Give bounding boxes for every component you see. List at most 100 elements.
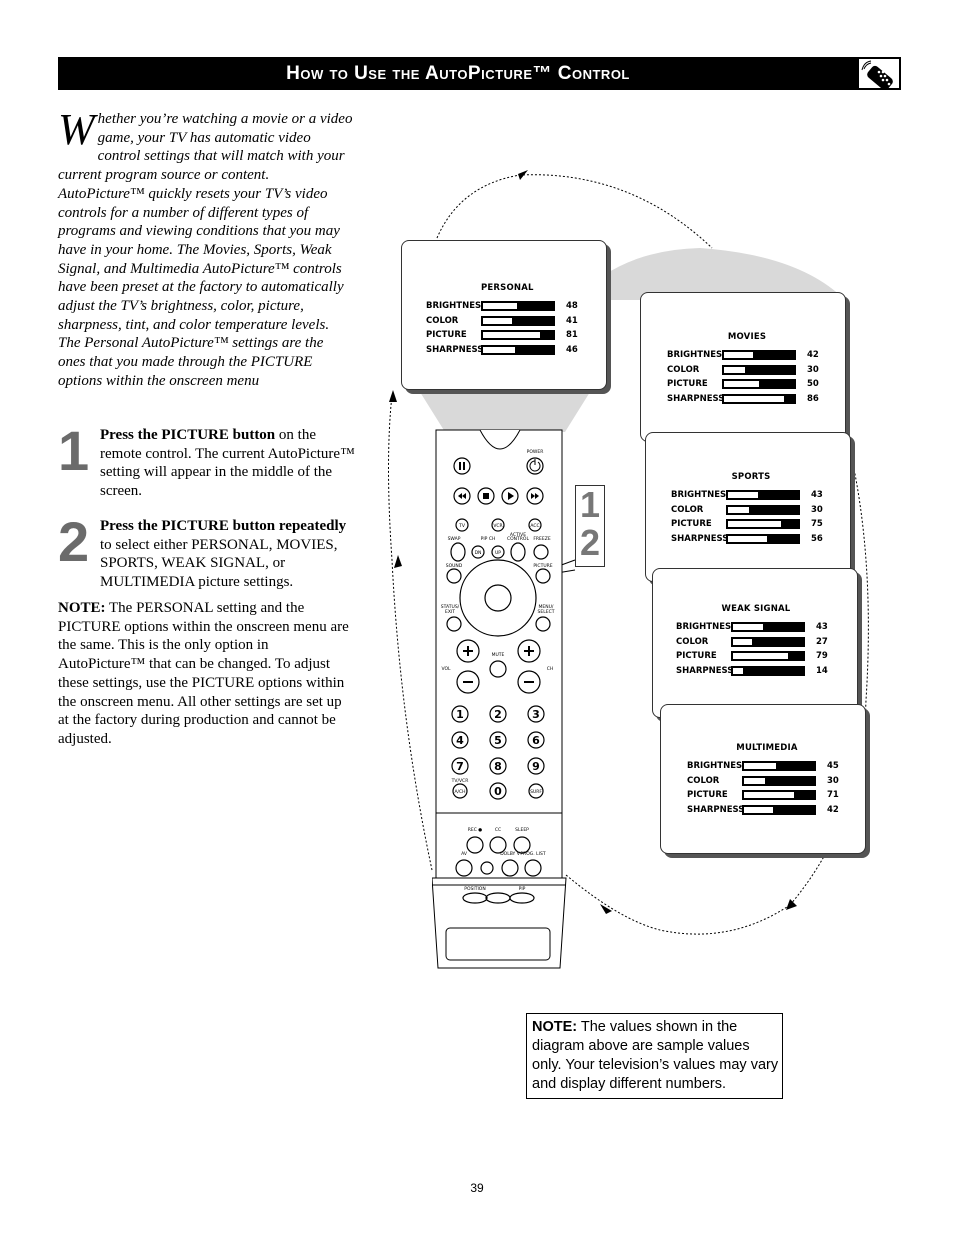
bar-track (744, 763, 814, 769)
setting-value: 71 (827, 790, 839, 800)
setting-level-bar (742, 775, 816, 786)
svg-text:SELECT: SELECT (538, 609, 555, 615)
panel-title: MOVIES (727, 332, 767, 342)
bar-track (744, 806, 814, 813)
setting-label: BRIGHTNESS (687, 761, 748, 771)
setting-value: 42 (807, 350, 819, 360)
setting-label: PICTURE (676, 651, 717, 661)
bar-track (728, 521, 798, 527)
bar-fill (773, 806, 814, 813)
setting-value: 79 (816, 651, 828, 661)
svg-text:PIP CH: PIP CH (481, 536, 496, 542)
svg-text:EXIT: EXIT (445, 609, 455, 615)
bar-track (733, 638, 803, 645)
bar-fill (784, 395, 794, 402)
bar-fill (511, 317, 553, 324)
bar-fill (745, 366, 794, 373)
panel-multimedia: MULTIMEDIA BRIGHTNESS 45 COLOR 30 PICTURE 71 S… (660, 704, 866, 854)
bar-track (724, 366, 794, 373)
setting-label: BRIGHTNESS (667, 350, 728, 360)
bar-fill (749, 506, 798, 513)
cycle-arrow-left (388, 394, 433, 871)
svg-text:POSITION: POSITION (464, 886, 485, 892)
bar-track (724, 381, 794, 387)
svg-text:CC: CC (495, 827, 501, 833)
setting-value: 14 (816, 665, 828, 676)
setting-value: 43 (816, 622, 828, 632)
setting-value: 30 (827, 775, 839, 786)
setting-label: COLOR (667, 364, 700, 375)
arrowhead-icon (394, 555, 402, 568)
bar-track (483, 332, 553, 338)
arrowhead-icon (600, 904, 612, 914)
bar-fill (742, 667, 803, 674)
cycle-arrow-bottom (565, 874, 791, 935)
setting-level-bar (742, 790, 816, 800)
bar-track (728, 492, 798, 498)
bar-fill (793, 792, 814, 798)
setting-level-bar (742, 804, 816, 815)
svg-text:1: 1 (456, 708, 464, 721)
panel-title: SPORTS (731, 472, 771, 482)
setting-label: SHARPNESS (687, 804, 745, 815)
bar-track (483, 346, 553, 353)
svg-text:TV/VCR: TV/VCR (451, 778, 469, 784)
arrowhead-icon (518, 170, 528, 180)
note-label: NOTE: (532, 1019, 578, 1035)
page-number: 39 (470, 1181, 484, 1195)
setting-value: 27 (816, 636, 828, 647)
setting-label: BRIGHTNESS (671, 490, 732, 500)
bar-fill (775, 763, 814, 769)
setting-value: 48 (566, 301, 578, 311)
setting-label: SHARPNESS (426, 344, 484, 355)
svg-text:9: 9 (532, 760, 540, 773)
setting-level-bar (726, 490, 800, 500)
screen-beam-left (420, 392, 590, 432)
setting-value: 86 (807, 393, 819, 404)
svg-text:6: 6 (532, 734, 540, 747)
bar-fill (753, 352, 794, 358)
sample-values-note: NOTE: The values shown in the diagram ab… (526, 1013, 783, 1099)
svg-text:FREEZE: FREEZE (533, 536, 550, 542)
setting-level-bar (742, 761, 816, 771)
setting-label: SHARPNESS (671, 533, 729, 544)
setting-level-bar (481, 301, 555, 311)
bar-fill (515, 346, 553, 353)
panel-title: WEAK SIGNAL (721, 604, 791, 614)
setting-label: SHARPNESS (667, 393, 725, 404)
setting-level-bar (726, 504, 800, 515)
setting-level-bar (481, 315, 555, 326)
svg-text:UP: UP (495, 550, 501, 556)
svg-text:2: 2 (494, 708, 502, 721)
setting-level-bar (726, 533, 800, 544)
svg-text:PROG. LIST: PROG. LIST (520, 851, 545, 857)
callout-number-1: 1 (579, 484, 601, 525)
panel-sports: SPORTS BRIGHTNESS 43 COLOR 30 PICTURE 75 SHARP… (645, 432, 851, 582)
panel-movies: MOVIES BRIGHTNESS 42 COLOR 30 PICTURE 50 SHARP… (640, 292, 846, 442)
setting-level-bar (731, 665, 805, 676)
bar-fill (751, 638, 803, 645)
setting-label: BRIGHTNESS (676, 622, 737, 632)
svg-text:5: 5 (494, 734, 502, 747)
setting-label: COLOR (426, 315, 459, 326)
bar-track (744, 777, 814, 784)
setting-value: 42 (827, 804, 839, 815)
setting-label: COLOR (687, 775, 720, 786)
svg-text:TV: TV (458, 523, 466, 529)
svg-text:3: 3 (532, 708, 540, 721)
bar-fill (788, 653, 803, 659)
setting-value: 43 (811, 490, 823, 500)
svg-text:DOLBY V: DOLBY V (500, 851, 521, 857)
bar-fill (516, 303, 553, 309)
bar-fill (780, 521, 798, 527)
svg-text:VCR: VCR (493, 523, 502, 529)
setting-label: COLOR (676, 636, 709, 647)
remote-control: POWER TV VCR ACC SWAP PIP CH ACTIVE CONTROL FR… (432, 428, 567, 973)
bar-track (733, 624, 803, 630)
bar-fill (539, 332, 553, 338)
setting-label: PICTURE (687, 790, 728, 800)
svg-text:A/CH: A/CH (454, 789, 465, 795)
setting-value: 45 (827, 761, 839, 771)
cycle-arrow-top (436, 174, 713, 249)
setting-level-bar (731, 622, 805, 632)
